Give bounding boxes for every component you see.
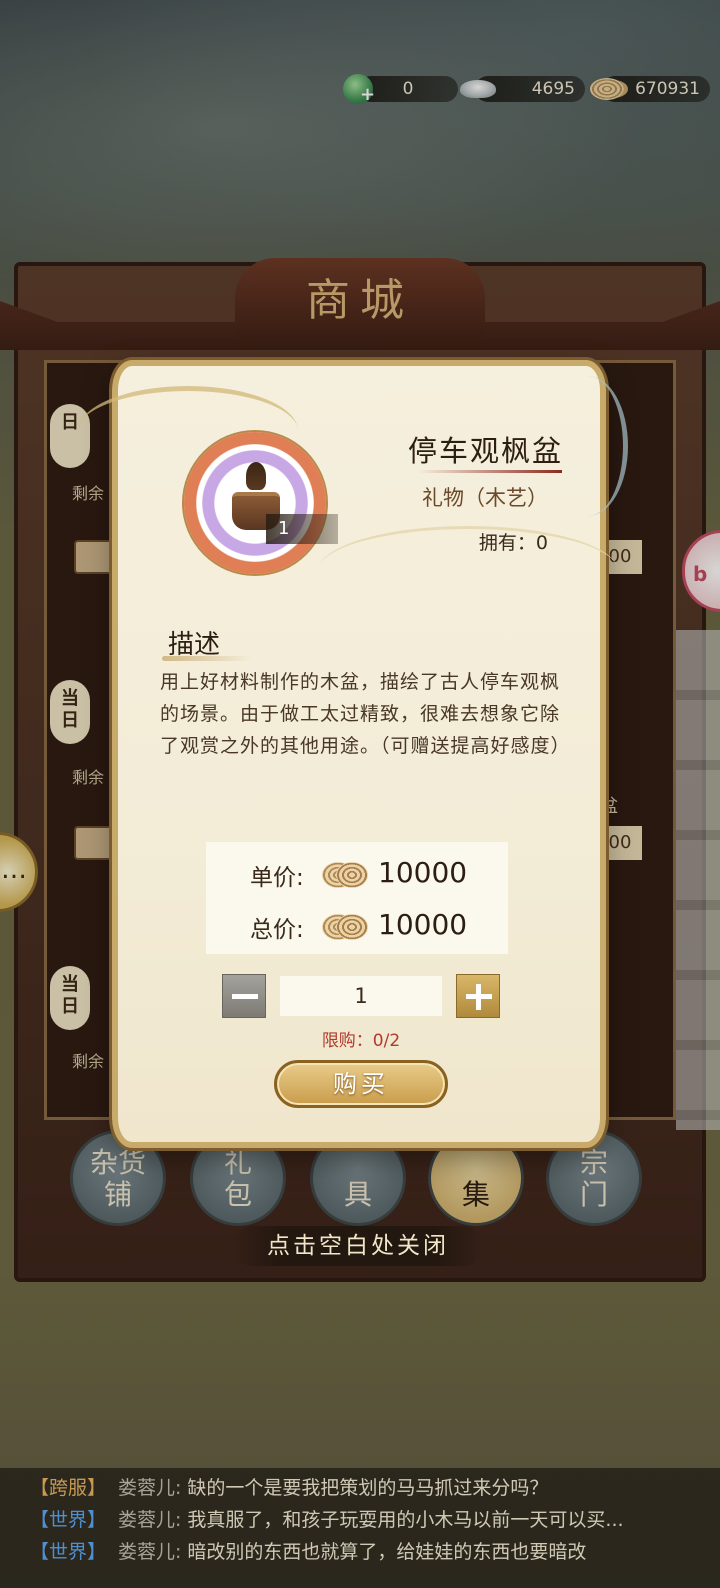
coin-icon <box>322 914 368 940</box>
close-hint[interactable]: 点击空白处关闭 <box>232 1226 484 1266</box>
chat-channel: 【世界】 <box>30 1541 107 1563</box>
chat-sender: 娄蓉儿: <box>118 1477 182 1499</box>
chat-channel: 【跨服】 <box>30 1477 107 1499</box>
item-name-underline <box>418 470 562 473</box>
chat-sender: 娄蓉儿: <box>118 1541 182 1563</box>
coin-icon <box>322 862 368 888</box>
buy-button[interactable]: 购买 <box>274 1060 448 1108</box>
chat-message: 【世界】 娄蓉儿: 暗改别的东西也就算了，给娃娃的东西也要暗改 <box>30 1536 720 1568</box>
chat-message: 【跨服】 娄蓉儿: 缺的一个是要我把策划的马马抓过来分吗？ <box>30 1472 720 1504</box>
unit-price-value: 10000 <box>378 856 468 889</box>
item-count: 1 <box>266 514 338 544</box>
purchase-limit: 限购：0/2 <box>321 1031 401 1051</box>
price-box: 单价: 10000 总价: 10000 <box>206 842 508 954</box>
item-detail-modal: 1 停车观枫盆 礼物（木艺） 拥有：0 描述 用上好材料制作的木盆，描绘了古人停… <box>78 360 628 1148</box>
quantity-input[interactable] <box>280 976 442 1016</box>
decrease-quantity-button[interactable] <box>222 974 266 1018</box>
unit-price-row: 单价: 10000 <box>206 850 508 900</box>
item-owned: 拥有：0 <box>478 532 548 554</box>
item-name: 停车观枫盆 <box>407 434 563 468</box>
chat-text: 暗改别的东西也就算了，给娃娃的东西也要暗改 <box>187 1541 587 1563</box>
total-price-row: 总价: 10000 <box>206 902 508 952</box>
total-price-label: 总价: <box>250 917 304 943</box>
chat-text: 我真服了，和孩子玩耍用的小木马以前一天可以买... <box>187 1509 624 1531</box>
chat-panel[interactable]: 【跨服】 娄蓉儿: 缺的一个是要我把策划的马马抓过来分吗？ 【世界】 娄蓉儿: 我真服了… <box>0 1468 720 1588</box>
total-price-value: 10000 <box>378 908 468 941</box>
chat-channel: 【世界】 <box>30 1509 107 1531</box>
description-text: 用上好材料制作的木盆，描绘了古人停车观枫的场景。由于做工太过精致，很难去想象它除… <box>160 671 571 757</box>
chat-sender: 娄蓉儿: <box>118 1509 182 1531</box>
item-type: 礼物（木艺） <box>422 486 548 510</box>
item-icon-frame <box>184 432 326 574</box>
unit-price-label: 单价: <box>250 865 304 891</box>
increase-quantity-button[interactable] <box>456 974 500 1018</box>
chat-message: 【世界】 娄蓉儿: 我真服了，和孩子玩耍用的小木马以前一天可以买... <box>30 1504 720 1536</box>
description-underline <box>162 656 252 661</box>
chat-text: 缺的一个是要我把策划的马马抓过来分吗？ <box>187 1477 549 1499</box>
